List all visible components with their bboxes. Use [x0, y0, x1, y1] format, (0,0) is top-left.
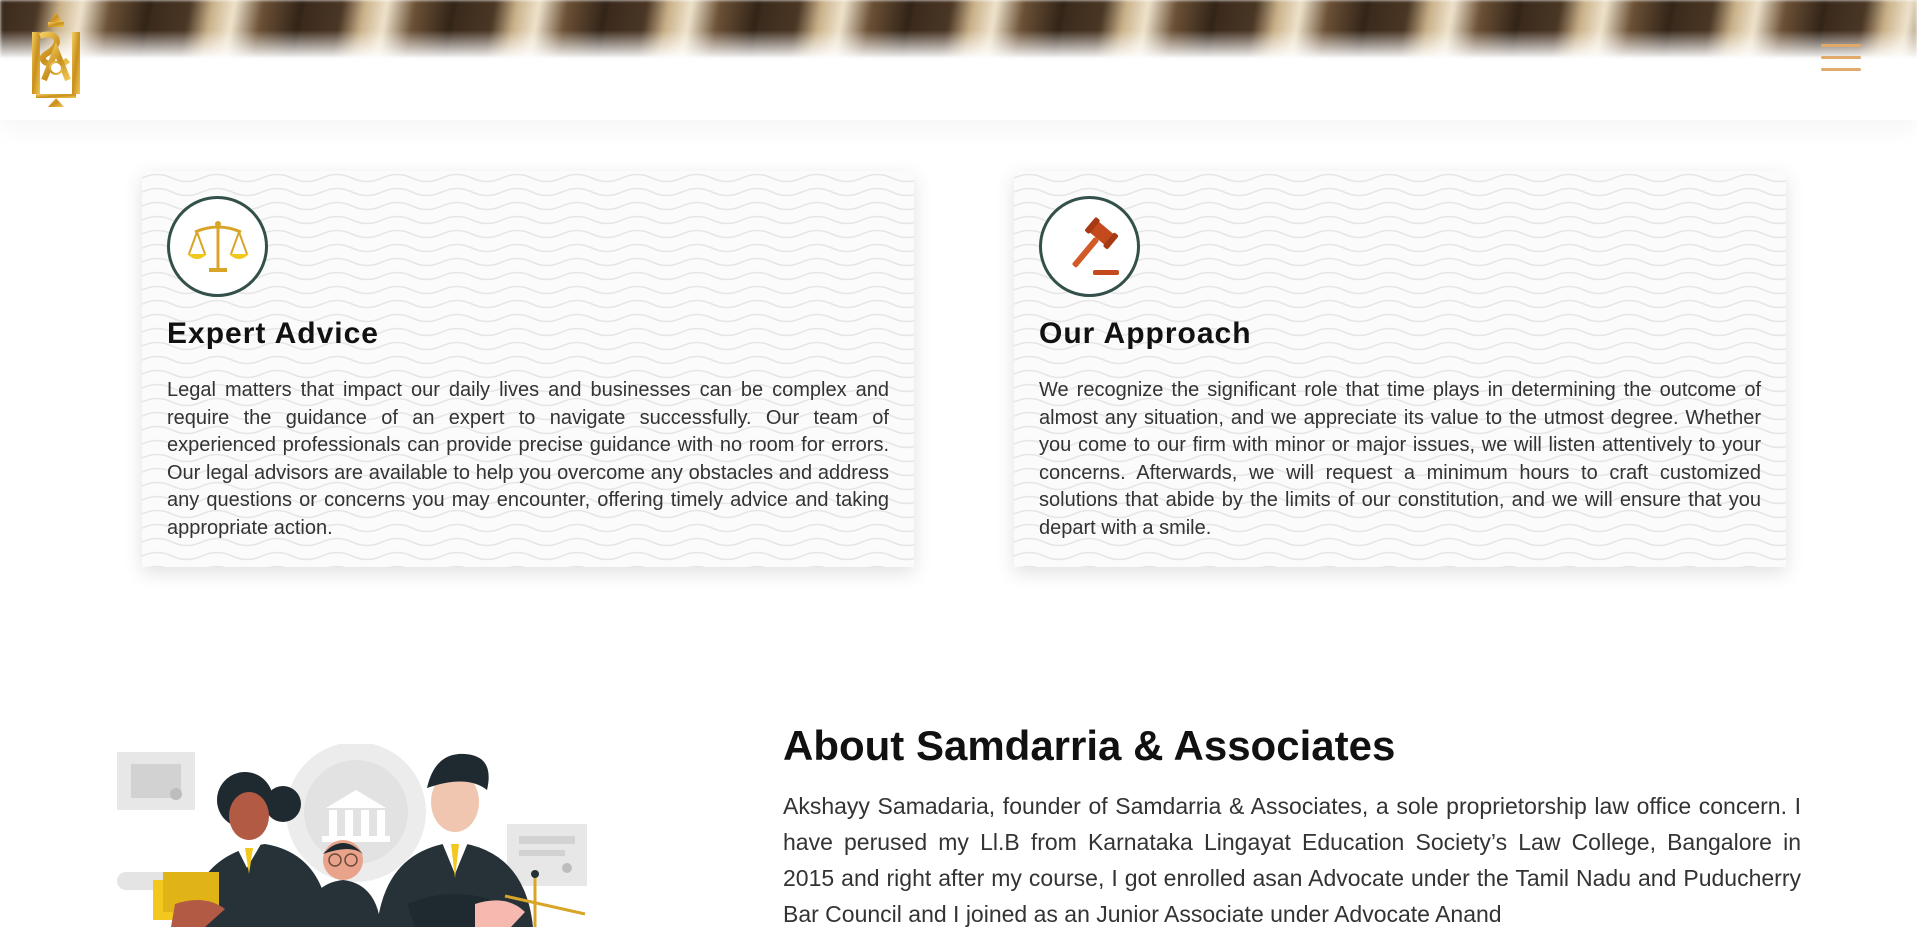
menu-line-3 [1821, 68, 1861, 71]
expert-advice-card: Expert Advice Legal matters that impact … [142, 171, 914, 567]
law-firm-monogram-logo[interactable] [28, 10, 84, 108]
card-title: Our Approach [1039, 317, 1252, 350]
about-description: Akshayy Samadaria, founder of Samdarria … [783, 793, 1801, 927]
lawyers-team-illustration [115, 742, 595, 927]
card-title: Expert Advice [167, 317, 379, 350]
hamburger-menu-icon[interactable] [1821, 44, 1861, 78]
card-description: We recognize the significant role that t… [1039, 379, 1761, 539]
our-approach-card: Our Approach We recognize the significan… [1014, 171, 1786, 567]
menu-line-2 [1821, 56, 1861, 59]
menu-line-1 [1821, 44, 1861, 47]
site-header [0, 0, 1917, 120]
gavel-icon [1039, 196, 1140, 297]
about-heading: About Samdarria & Associates [783, 722, 1396, 769]
card-description: Legal matters that impact our daily live… [167, 379, 889, 539]
scales-of-justice-icon [167, 196, 268, 297]
